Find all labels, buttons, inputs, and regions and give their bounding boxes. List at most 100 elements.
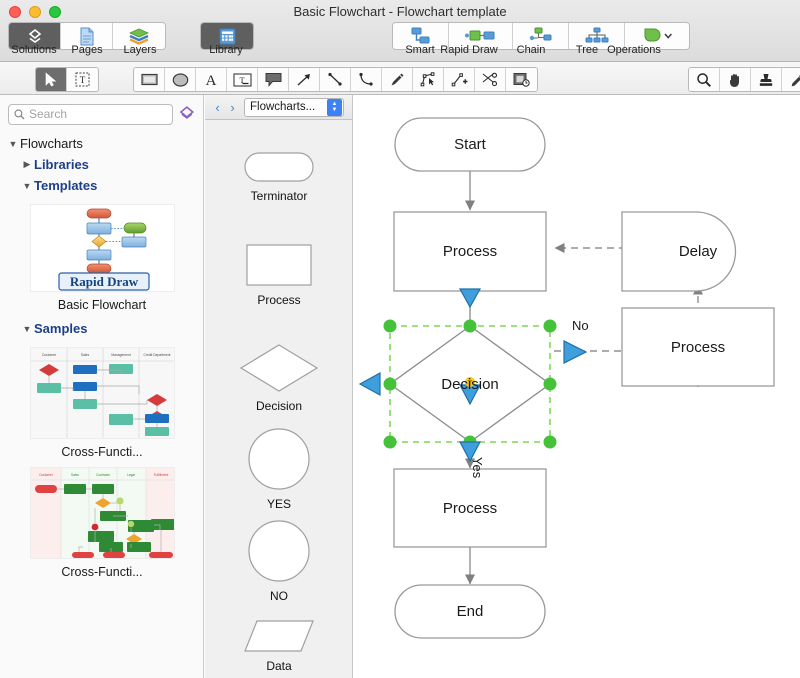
search-input[interactable]: Search	[8, 103, 174, 125]
sidebar-item-flowcharts[interactable]: ▼ Flowcharts	[0, 133, 203, 154]
library-selector-label: Flowcharts...	[250, 101, 316, 113]
rectangle-shape-icon	[246, 244, 312, 286]
edit-node-icon	[420, 72, 434, 87]
rectangle-tool[interactable]	[134, 68, 165, 91]
circle-shape-icon	[248, 520, 310, 582]
selection-handle-n	[463, 319, 477, 333]
text-select-tool[interactable]: T	[67, 68, 98, 91]
arrow-cursor-icon	[45, 72, 57, 87]
edge-label-no: No	[572, 318, 589, 333]
shape-item-no[interactable]: NO	[205, 520, 352, 603]
add-point-tool[interactable]	[444, 68, 475, 91]
library-selector[interactable]: Flowcharts... ▲ ▼	[244, 97, 344, 117]
circle-shape-icon	[248, 428, 310, 490]
shape-name: Data	[266, 659, 292, 673]
toolbar-label-layers: Layers	[123, 44, 157, 56]
layers-icon	[129, 28, 149, 45]
svg-text:Customer: Customer	[39, 473, 54, 477]
shape-item-data[interactable]: Data	[205, 620, 352, 673]
chevron-updown-icon[interactable]: ▲ ▼	[327, 98, 342, 116]
cut-tool[interactable]	[475, 68, 506, 91]
sample-thumbnail[interactable]: Customer Fulfillment Sales Contracts Legal	[29, 467, 175, 559]
add-node-icon	[451, 73, 467, 87]
chevron-down-icon[interactable]: ▼	[6, 139, 20, 149]
text-tool[interactable]: A	[196, 68, 227, 91]
arrow-up-right-icon	[297, 74, 310, 86]
smart-connector-icon	[411, 27, 429, 44]
shape-item-process[interactable]: Process	[205, 244, 352, 307]
sidebar-item-templates[interactable]: ▼ Templates	[0, 175, 203, 196]
curve-line-icon	[359, 72, 373, 86]
stamp-icon	[759, 73, 773, 86]
shape-name: Process	[257, 293, 301, 307]
library-forward-button[interactable]: ›	[225, 100, 240, 115]
shape-list: Terminator Process Decision YES NO Data	[205, 120, 352, 678]
line-tool[interactable]	[320, 68, 351, 91]
pen-tool[interactable]	[382, 68, 413, 91]
svg-text:T: T	[80, 75, 86, 85]
svg-text:Credit Department: Credit Department	[143, 353, 170, 357]
layer-tool[interactable]	[506, 68, 537, 91]
svg-text:Legal: Legal	[127, 473, 135, 477]
curve-tool[interactable]	[351, 68, 382, 91]
solutions-icon	[28, 28, 41, 43]
connector-handle-right	[563, 340, 588, 364]
pointer-tool[interactable]	[36, 68, 67, 91]
sidebar-item-libraries[interactable]: ▶ Libraries	[0, 154, 203, 175]
shape-item-yes[interactable]: YES	[205, 428, 352, 511]
eyedropper-tool[interactable]	[782, 68, 800, 91]
svg-text:Rapid Draw: Rapid Draw	[69, 274, 138, 289]
search-icon	[14, 108, 25, 119]
zoom-tool[interactable]	[689, 68, 720, 91]
shape-item-terminator[interactable]: Terminator	[205, 152, 352, 203]
sample-thumbnail[interactable]: Customer Sales Management Credit Departmen…	[29, 347, 175, 439]
solutions-park-icon[interactable]	[178, 105, 196, 123]
library-back-button[interactable]: ‹	[210, 100, 225, 115]
text-block-tool[interactable]: T	[227, 68, 258, 91]
shape-name: Decision	[255, 399, 303, 413]
diagram-canvas[interactable]: T Start Process Delay Decision Process P…	[354, 95, 800, 678]
select-tools-group: T	[35, 67, 99, 92]
sample-item[interactable]: Customer Fulfillment Sales Contracts Legal	[0, 467, 203, 579]
hand-icon	[730, 73, 739, 87]
chain-icon	[529, 27, 551, 41]
text-edit-badge-glyph: T	[468, 381, 473, 388]
arrow-tool[interactable]	[289, 68, 320, 91]
search-row: Search	[8, 103, 196, 125]
template-thumbnail[interactable]: Rapid Draw	[29, 204, 175, 292]
cross-functional-preview-1: Customer Sales Management Credit Departmen…	[30, 348, 174, 438]
shape-item-decision[interactable]: Decision	[205, 344, 352, 413]
callout-tool[interactable]	[258, 68, 289, 91]
left-sidebar: Search ▼ Flowcharts ▶ Libraries ▼ Templa…	[0, 95, 204, 678]
connector-handle-top	[458, 288, 482, 309]
sample-caption: Cross-Functi...	[61, 445, 143, 459]
hand-tool[interactable]	[720, 68, 751, 91]
terminator-shape-icon	[244, 152, 314, 182]
node-end	[394, 584, 546, 639]
chevron-down-icon[interactable]: ▼	[20, 181, 34, 191]
template-item[interactable]: Rapid Draw Basic Flowchart	[0, 204, 203, 312]
selection-handle-w	[383, 377, 397, 391]
toolbar-label-solutions: Solutions	[11, 44, 57, 56]
svg-text:Fulfillment: Fulfillment	[153, 473, 168, 477]
tools-toolbar: T A T	[0, 62, 800, 95]
selection-handle-se	[543, 435, 557, 449]
toolbar-label-rapid-draw: Rapid Draw	[440, 44, 498, 56]
svg-text:Management: Management	[111, 353, 130, 357]
svg-text:Sales: Sales	[71, 473, 79, 477]
chevron-down-icon[interactable]: ▼	[20, 324, 34, 334]
sample-item[interactable]: Customer Sales Management Credit Departmen…	[0, 347, 203, 459]
node-delay	[621, 211, 737, 292]
edit-points-tool[interactable]	[413, 68, 444, 91]
svg-text:Sales: Sales	[80, 353, 89, 357]
svg-text:Customer: Customer	[41, 353, 56, 357]
window-title: Basic Flowchart - Flowchart template	[293, 4, 507, 19]
ellipse-tool[interactable]	[165, 68, 196, 91]
eyedropper-icon	[791, 74, 800, 86]
svg-text:A: A	[206, 73, 217, 87]
chevron-right-icon[interactable]: ▶	[20, 159, 34, 170]
straight-line-icon	[328, 72, 342, 86]
stamp-tool[interactable]	[751, 68, 782, 91]
shape-name: Terminator	[250, 189, 308, 203]
sidebar-item-samples[interactable]: ▼ Samples	[0, 318, 203, 339]
